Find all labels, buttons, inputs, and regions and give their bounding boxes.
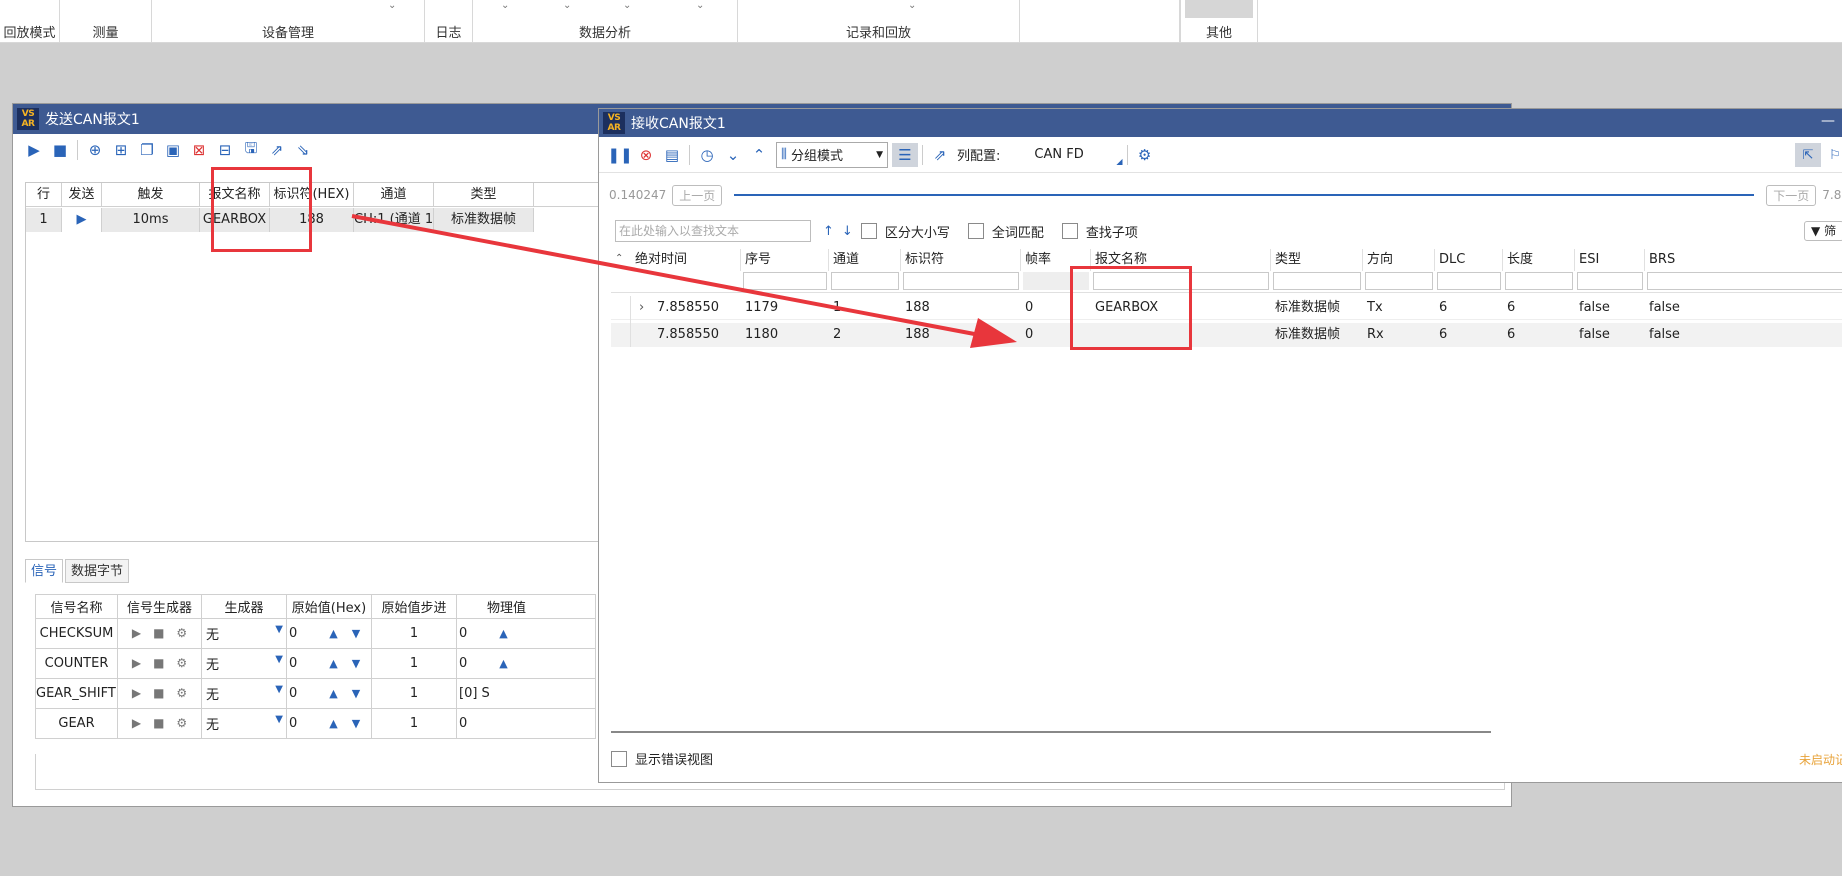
annotation-arrow — [351, 214, 1017, 348]
